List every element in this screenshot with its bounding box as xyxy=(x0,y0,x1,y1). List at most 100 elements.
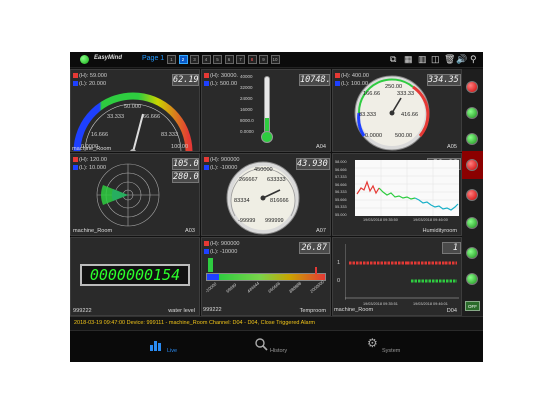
tick-label: 816666 xyxy=(270,198,289,204)
tick-label: 50.000 xyxy=(124,104,142,110)
alarm-message: 2018-03-19 09:47:00 Device: 999111 - mac… xyxy=(70,316,483,330)
alarm-button[interactable] xyxy=(466,159,478,171)
scale-label: 16000 xyxy=(240,107,253,112)
chart-bars-icon xyxy=(150,341,161,351)
low-threshold: (L): 500.00 xyxy=(210,81,238,87)
page-button-4[interactable]: 4 xyxy=(201,55,211,64)
digital-chart-panel[interactable]: 1 1 0 19/03/2018 09:35:51 19/03/2018 09:… xyxy=(332,237,462,316)
trend-chart xyxy=(355,160,459,216)
thermometer-panel[interactable]: (H): 30000. (L): 500.00 10748. 40000 3200… xyxy=(201,69,331,152)
trash-icon[interactable]: 🗑 xyxy=(444,54,455,65)
high-threshold: (H): 900000 xyxy=(210,241,240,247)
tick-label: 450000 xyxy=(254,167,273,173)
x-tick-label: 2000000 xyxy=(309,279,326,294)
scale-label: 24000 xyxy=(240,96,253,101)
top-bar: EasyMind Page 1 1 2 3 4 5 6 7 8 9 10 ⧉ ▦ ▥ ◫ 🗑 🔊 … xyxy=(70,52,483,68)
ok-button[interactable] xyxy=(466,107,478,119)
gauge-panel-1[interactable]: (H): 59.000 (L): 20.000 62.19 50.000 33.… xyxy=(70,69,200,152)
scale-label: 0.0000 xyxy=(240,129,254,134)
page-title: Page 1 xyxy=(142,55,165,62)
page-button-3[interactable]: 3 xyxy=(190,55,199,64)
page-button-6[interactable]: 6 xyxy=(224,55,234,64)
high-marker xyxy=(315,267,317,274)
counter-panel[interactable]: 0000000154 999222 water level xyxy=(70,237,200,316)
y-label-0: 0 xyxy=(337,278,341,284)
channel-id: A05 xyxy=(447,144,457,150)
tab-label: System xyxy=(382,348,401,354)
location-icon[interactable]: ⚲ xyxy=(470,54,477,65)
thermometer-bulb xyxy=(261,131,273,143)
scale-label: 8000.0 xyxy=(240,118,254,123)
tick-label: 100.00 xyxy=(171,144,189,150)
x-tick-label: 888888 xyxy=(288,280,303,294)
tick-label: 66.666 xyxy=(143,114,161,120)
value-display: 334.35 xyxy=(427,74,461,86)
panel-name: machine_Room xyxy=(73,228,113,234)
page-button-2[interactable]: 2 xyxy=(178,55,188,64)
y-tick-label: 55.000 xyxy=(335,212,347,217)
layout-icon[interactable]: ⧉ xyxy=(390,54,396,65)
page-button-5[interactable]: 5 xyxy=(213,55,222,64)
y-tick-label: 58.000 xyxy=(335,160,347,164)
dial-panel-1[interactable]: (H): 400.00 (L): 100.00 334.35 250.00 16… xyxy=(332,69,462,152)
tick-label: 83.333 xyxy=(359,112,377,118)
tab-system[interactable]: ⚙ System xyxy=(346,331,483,362)
gear-icon: ⚙ xyxy=(367,336,378,350)
brand-logo: EasyMind xyxy=(94,55,123,61)
tick-label: 83334 xyxy=(234,198,250,204)
tab-bar: Live History ⚙ System xyxy=(70,330,483,362)
y-tick-label: 56.666 xyxy=(335,167,347,172)
x-start-label: 19/03/2018 09:35:50 xyxy=(363,218,398,222)
x-end-label: 19/03/2018 09:46:00 xyxy=(413,218,448,222)
tick-label: 33.333 xyxy=(107,114,125,120)
radar-panel[interactable]: (H): 120.00 (L): 10.000 105.0 280.0 mach… xyxy=(70,153,200,236)
grid-icon[interactable]: ▦ xyxy=(404,54,413,65)
book-icon[interactable]: ◫ xyxy=(431,54,440,65)
page-button-7[interactable]: 7 xyxy=(236,55,245,64)
value-display: 43.930 xyxy=(296,158,330,170)
radar-chart xyxy=(96,163,160,227)
y-tick-label: 55.333 xyxy=(335,205,347,209)
y-tick-label: 56.666 xyxy=(335,182,347,187)
digital-counter: 0000000154 xyxy=(80,264,190,286)
y-label-1: 1 xyxy=(337,260,341,266)
page-button-8[interactable]: 8 xyxy=(247,55,257,64)
bar-scale-panel[interactable]: (H): 900000 (L): -10000 26.87 -10000 9999… xyxy=(201,237,331,316)
x-tick-label: 99999 xyxy=(225,282,238,294)
y-tick-label: 55.666 xyxy=(335,197,347,202)
y-tick-label: 56.333 xyxy=(335,190,347,194)
tab-live[interactable]: Live xyxy=(70,331,208,362)
page-button-10[interactable]: 10 xyxy=(270,55,280,64)
refresh-button[interactable] xyxy=(466,273,478,285)
app-screen: EasyMind Page 1 1 2 3 4 5 6 7 8 9 10 ⧉ ▦ ▥ ◫ 🗑 🔊 … xyxy=(70,52,483,362)
alarm-button[interactable] xyxy=(466,81,478,93)
tick-label: 416.66 xyxy=(401,112,419,118)
page-button-9[interactable]: 9 xyxy=(259,55,268,64)
tab-history[interactable]: History xyxy=(208,331,346,362)
tab-label: History xyxy=(270,348,288,354)
alarm-button[interactable] xyxy=(466,189,478,201)
ok-button[interactable] xyxy=(466,133,478,145)
x-tick-label: -10000 xyxy=(204,281,218,294)
off-switch[interactable]: OFF xyxy=(465,301,480,311)
value-display: 10748. xyxy=(299,74,331,86)
channel-name: Humidityroom xyxy=(422,228,457,234)
high-threshold: (H): 30000. xyxy=(210,73,238,79)
y-tick-label: 57.333 xyxy=(335,175,347,179)
tab-label: Live xyxy=(167,348,178,354)
sound-icon[interactable]: 🔊 xyxy=(456,54,467,65)
tick-label: 0.0000 xyxy=(365,133,383,139)
tick-label: -99999 xyxy=(238,218,256,224)
table-icon[interactable]: ▥ xyxy=(418,54,427,65)
scale-label: 32000 xyxy=(240,85,253,90)
x-end-label: 19/03/2018 09:46:01 xyxy=(413,302,448,306)
x-tick-label: 666666 xyxy=(267,280,282,294)
refresh-button[interactable] xyxy=(466,247,478,259)
device-id: 999222 xyxy=(73,308,92,314)
trend-chart-panel[interactable]: 58.13 58.00056.66657.33356.66656.33355.6… xyxy=(332,153,462,236)
dial-panel-2[interactable]: (H): 900000 (L): -10000 43.930 450000 26… xyxy=(201,153,331,236)
tick-label: 999999 xyxy=(265,218,284,224)
ok-button[interactable] xyxy=(466,217,478,229)
page-button-1[interactable]: 1 xyxy=(167,55,176,64)
channel-name: Temproom xyxy=(299,308,326,314)
